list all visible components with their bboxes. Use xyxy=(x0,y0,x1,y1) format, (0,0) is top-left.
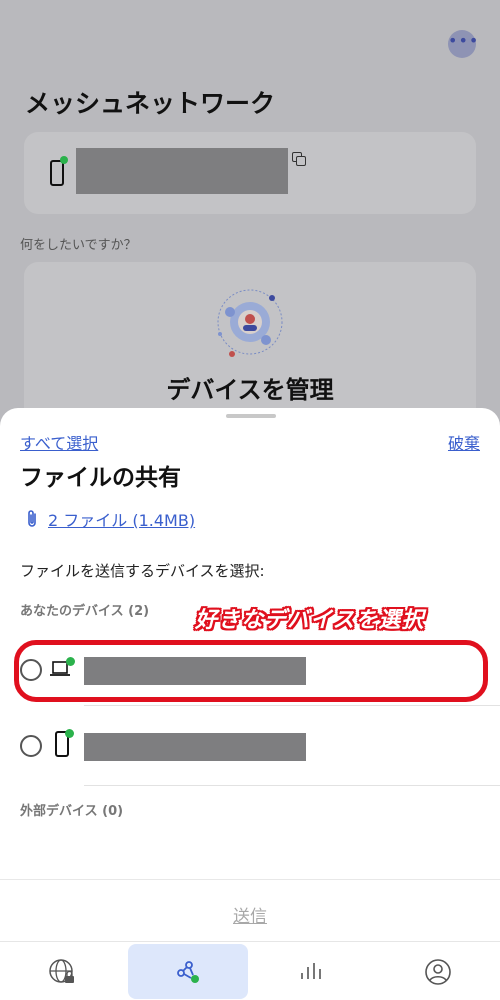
send-button[interactable]: 送信 xyxy=(0,902,500,927)
bottom-nav xyxy=(0,941,500,1000)
profile-icon xyxy=(425,958,451,985)
files-count-label: 2 ファイル (1.4MB) xyxy=(48,511,196,530)
online-status-dot xyxy=(65,729,74,738)
annotation-text: 好きなデバイスを選択 xyxy=(195,608,425,633)
your-devices-label: あなたのデバイス (2) xyxy=(20,604,150,619)
annotation-highlight-box xyxy=(14,640,488,702)
device-radio[interactable] xyxy=(20,735,42,757)
files-link[interactable]: 2 ファイル (1.4MB) xyxy=(24,507,195,531)
what-to-do-label: 何をしたいですか？ xyxy=(20,238,137,253)
stats-bars-icon xyxy=(301,962,321,979)
device-row-phone[interactable] xyxy=(0,717,500,777)
instruction-text: ファイルを送信するデバイスを選択: xyxy=(20,562,265,580)
discard-link[interactable]: 破棄 xyxy=(448,430,480,454)
redacted-device-name xyxy=(84,733,306,761)
send-area: 送信 xyxy=(0,879,500,941)
online-status-dot xyxy=(60,156,68,164)
nav-tab-stats[interactable] xyxy=(252,944,372,999)
share-files-sheet: すべて選択 破棄 ファイルの共有 2 ファイル (1.4MB) ファイルを送信す… xyxy=(0,408,500,941)
manage-devices-label: デバイスを管理 xyxy=(166,376,334,404)
nav-tab-network[interactable] xyxy=(2,944,122,999)
paperclip-icon xyxy=(28,510,36,527)
divider xyxy=(84,705,500,706)
mesh-illustration-icon xyxy=(217,289,283,357)
external-devices-label: 外部デバイス (0) xyxy=(20,804,124,819)
nav-tab-profile[interactable] xyxy=(378,944,498,999)
nav-tab-meshnet[interactable] xyxy=(128,944,248,999)
mesh-network-title: メッシュネットワーク xyxy=(25,89,276,118)
mesh-share-icon xyxy=(177,960,199,983)
sheet-drag-handle[interactable] xyxy=(226,414,276,418)
more-options-icon: ••• xyxy=(448,30,478,58)
select-all-link[interactable]: すべて選択 xyxy=(20,430,98,454)
redacted-device-name xyxy=(76,148,288,194)
sheet-title: ファイルの共有 xyxy=(20,465,181,491)
copy-icon xyxy=(292,152,306,166)
this-device-card xyxy=(24,132,476,214)
phone-icon xyxy=(50,160,64,186)
divider xyxy=(84,785,500,786)
globe-lock-icon xyxy=(49,958,74,983)
